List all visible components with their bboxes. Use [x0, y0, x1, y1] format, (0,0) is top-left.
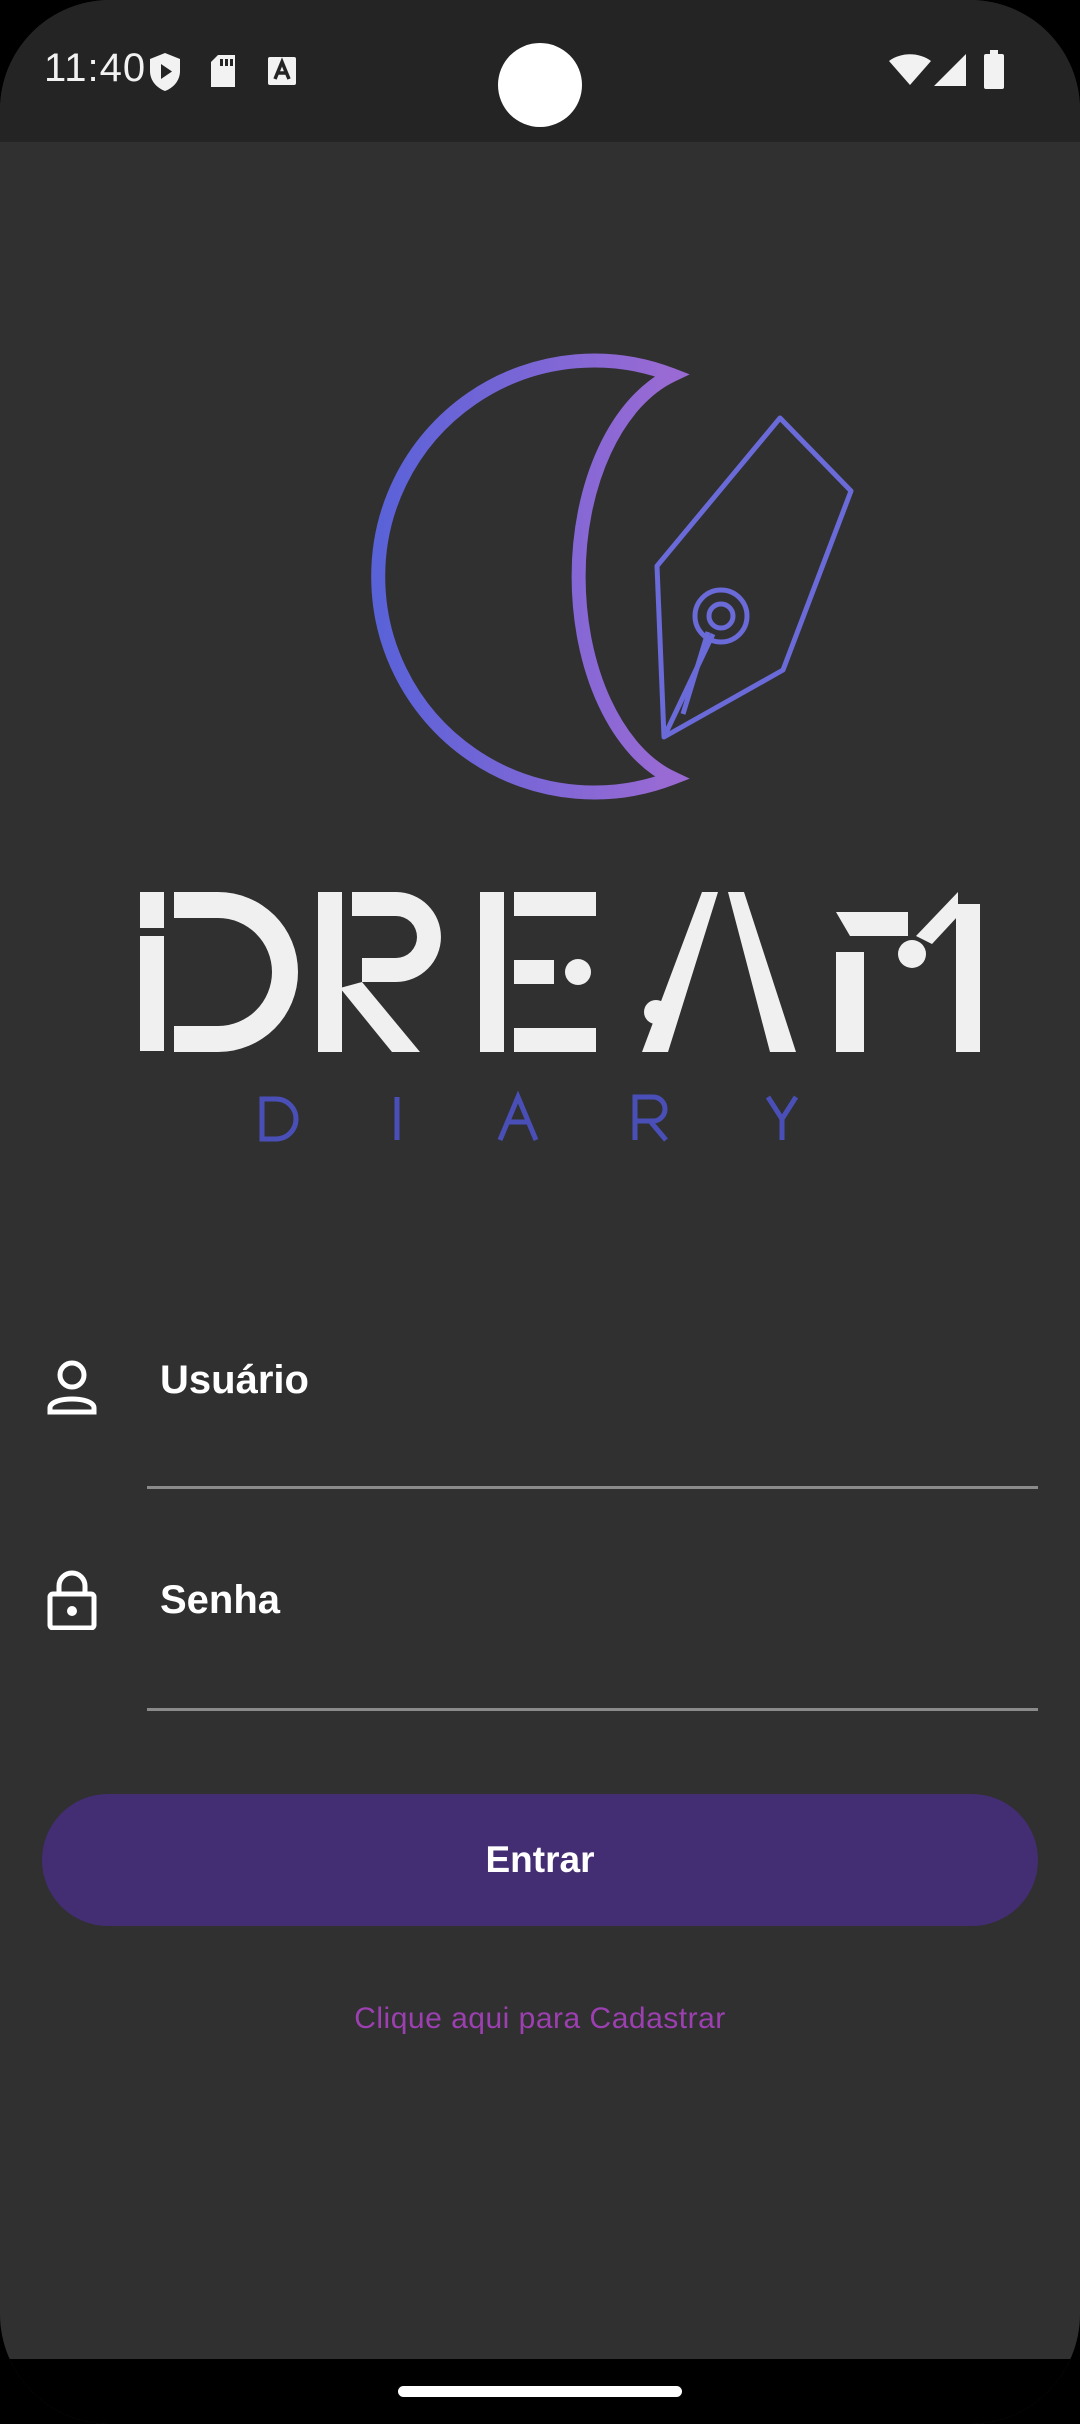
username-underline — [147, 1486, 1038, 1489]
cellular-signal-icon — [934, 54, 966, 86]
password-label: Senha — [160, 1578, 281, 1622]
username-label: Usuário — [160, 1358, 309, 1402]
home-indicator[interactable] — [398, 2386, 682, 2397]
person-icon — [47, 1360, 97, 1415]
password-underline — [147, 1708, 1038, 1711]
pen-nib-icon — [654, 415, 854, 740]
sd-card-icon — [211, 55, 235, 87]
front-camera — [498, 43, 582, 127]
dream-diary-logo — [140, 353, 980, 1142]
username-field[interactable]: Usuário — [0, 1340, 1080, 1510]
lock-icon — [47, 1570, 97, 1630]
register-link[interactable]: Clique aqui para Cadastrar — [0, 2002, 1080, 2036]
enter-button[interactable]: Entrar — [42, 1794, 1038, 1926]
password-field[interactable]: Senha — [0, 1560, 1080, 1730]
moon-icon — [371, 353, 690, 800]
wifi-icon — [889, 54, 931, 85]
status-bar: 11:40 — [0, 0, 1080, 142]
shield-play-icon — [150, 53, 180, 91]
diary-wordmark — [259, 1090, 799, 1142]
font-a-icon — [268, 57, 296, 85]
status-time: 11:40 — [44, 46, 147, 90]
dream-wordmark — [140, 892, 980, 1052]
phone-screen: 11:40 Usuário Senha Entrar Clique aqui p… — [0, 0, 1080, 2424]
battery-icon — [984, 50, 1004, 89]
